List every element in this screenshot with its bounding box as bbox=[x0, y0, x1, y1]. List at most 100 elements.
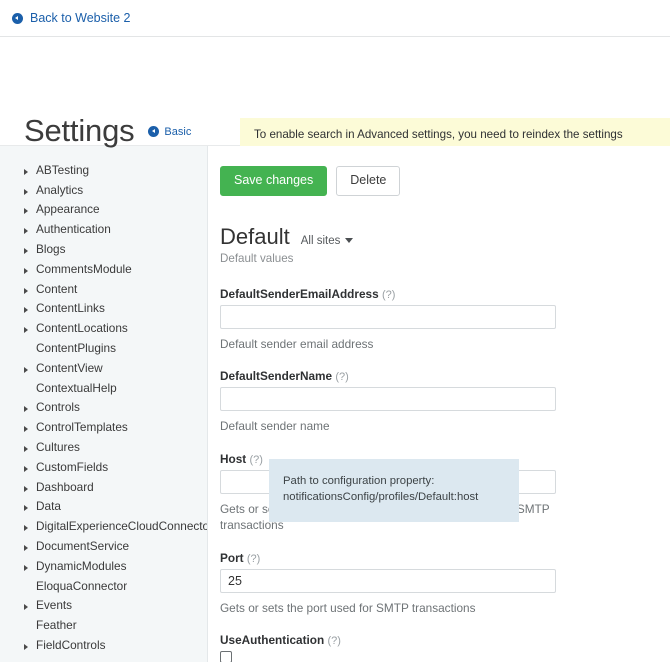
sidebar-item-appearance[interactable]: Appearance bbox=[0, 200, 207, 220]
basic-mode-link[interactable]: Basic bbox=[148, 126, 191, 138]
chevron-right-icon[interactable] bbox=[24, 301, 36, 315]
field-description: Default sender name bbox=[220, 418, 570, 435]
field-description: Default sender email address bbox=[220, 336, 570, 353]
sidebar-item-contentlinks[interactable]: ContentLinks bbox=[0, 299, 207, 319]
sidebar-item-controls[interactable]: Controls bbox=[0, 398, 207, 418]
sidebar-item-label: ContentView bbox=[36, 361, 103, 375]
sidebar-item-commentsmodule[interactable]: CommentsModule bbox=[0, 259, 207, 279]
sidebar-item-events[interactable]: Events bbox=[0, 596, 207, 616]
sidebar-item-label: Blogs bbox=[36, 242, 66, 256]
sidebar-item-authentication[interactable]: Authentication bbox=[0, 219, 207, 239]
sidebar-item-controltemplates[interactable]: ControlTemplates bbox=[0, 417, 207, 437]
field-host: Host (?)Gets or sets the name or IP addr… bbox=[220, 452, 670, 534]
sidebar-item-documentservice[interactable]: DocumentService bbox=[0, 536, 207, 556]
chevron-right-icon[interactable] bbox=[24, 321, 36, 335]
circle-left-arrow-icon bbox=[12, 13, 23, 24]
sidebar-item-customfields[interactable]: CustomFields bbox=[0, 457, 207, 477]
field-useauthentication: UseAuthentication (?)Use SMTP authentica… bbox=[220, 633, 670, 662]
sidebar-item-analytics[interactable]: Analytics bbox=[0, 180, 207, 200]
site-scope-dropdown[interactable]: All sites bbox=[301, 235, 354, 247]
chevron-right-icon[interactable] bbox=[24, 361, 36, 375]
chevron-right-icon[interactable] bbox=[24, 598, 36, 612]
sidebar-item-cultures[interactable]: Cultures bbox=[0, 437, 207, 457]
help-icon[interactable]: (?) bbox=[328, 635, 341, 647]
sidebar-item-contentview[interactable]: ContentView bbox=[0, 358, 207, 378]
field-label: DefaultSenderEmailAddress (?) bbox=[220, 287, 670, 301]
input-defaultsenderemailaddress[interactable] bbox=[220, 305, 556, 329]
sidebar-item-contentlocations[interactable]: ContentLocations bbox=[0, 318, 207, 338]
sidebar-item-contextualhelp[interactable]: ContextualHelp bbox=[0, 378, 207, 398]
chevron-right-icon[interactable] bbox=[24, 242, 36, 256]
checkbox-useauthentication[interactable] bbox=[220, 651, 232, 662]
circle-left-arrow-icon bbox=[148, 126, 159, 137]
sidebar-item-fieldcontrols[interactable]: FieldControls bbox=[0, 635, 207, 655]
sidebar-item-eloquaconnector[interactable]: EloquaConnector bbox=[0, 576, 207, 596]
page-body: ABTesting AnalyticsAppearance Authenticati… bbox=[0, 146, 670, 662]
sidebar-item-label: Cultures bbox=[36, 440, 80, 454]
field-label-text: DefaultSenderEmailAddress bbox=[220, 287, 379, 301]
sidebar-item-data[interactable]: Data bbox=[0, 497, 207, 517]
settings-form: DefaultSenderEmailAddress (?) Default sen… bbox=[220, 287, 670, 662]
chevron-right-icon[interactable] bbox=[24, 539, 36, 553]
field-label: DefaultSenderName (?) bbox=[220, 369, 670, 383]
top-bar: Back to Website 2 bbox=[0, 0, 670, 37]
sidebar-item-label: DynamicModules bbox=[36, 559, 126, 573]
chevron-right-icon[interactable] bbox=[24, 400, 36, 414]
sidebar-item-blogs[interactable]: Blogs bbox=[0, 239, 207, 259]
field-description: Gets or sets the name or IP address of t… bbox=[220, 501, 570, 534]
field-label-text: UseAuthentication bbox=[220, 633, 324, 647]
chevron-right-icon[interactable] bbox=[24, 519, 36, 533]
sidebar-item-label: ContentLinks bbox=[36, 301, 105, 315]
sidebar-item-label: Data bbox=[36, 499, 61, 513]
sidebar-item-label: FieldControls bbox=[36, 638, 106, 652]
chevron-right-icon[interactable] bbox=[24, 163, 36, 177]
sidebar-item-label: Authentication bbox=[36, 222, 111, 236]
back-to-website-link[interactable]: Back to Website 2 bbox=[12, 11, 131, 25]
sidebar-item-dashboard[interactable]: Dashboard bbox=[0, 477, 207, 497]
chevron-right-icon[interactable] bbox=[24, 183, 36, 197]
section-subtitle: Default values bbox=[220, 252, 670, 265]
help-icon[interactable]: (?) bbox=[335, 371, 348, 383]
delete-button[interactable]: Delete bbox=[336, 166, 400, 196]
page-title: Settings bbox=[24, 115, 134, 146]
sidebar-item-abtesting[interactable]: ABTesting bbox=[0, 160, 207, 180]
chevron-right-icon[interactable] bbox=[24, 559, 36, 573]
sidebar-item-label: ABTesting bbox=[36, 163, 89, 177]
input-defaultsendername[interactable] bbox=[220, 387, 556, 411]
sidebar-item-digitalexperiencecloudconnector[interactable]: DigitalExperienceCloudConnector bbox=[0, 516, 207, 536]
settings-sidebar[interactable]: ABTesting AnalyticsAppearance Authenticati… bbox=[0, 146, 208, 662]
sidebar-item-label: CommentsModule bbox=[36, 262, 132, 276]
chevron-right-icon[interactable] bbox=[24, 282, 36, 296]
input-host[interactable] bbox=[220, 470, 556, 494]
field-defaultsendername: DefaultSenderName (?) Default sender name bbox=[220, 369, 670, 435]
sidebar-item-label: EloquaConnector bbox=[36, 579, 127, 593]
save-changes-button[interactable]: Save changes bbox=[220, 166, 327, 196]
chevron-right-icon[interactable] bbox=[24, 460, 36, 474]
chevron-right-icon[interactable] bbox=[24, 202, 36, 216]
sidebar-item-label: CustomFields bbox=[36, 460, 108, 474]
chevron-right-icon[interactable] bbox=[24, 480, 36, 494]
sidebar-item-label: Dashboard bbox=[36, 480, 94, 494]
field-port: Port (?) Gets or sets the port used for S… bbox=[220, 551, 670, 617]
chevron-right-icon[interactable] bbox=[24, 420, 36, 434]
chevron-right-icon[interactable] bbox=[24, 440, 36, 454]
chevron-right-icon[interactable] bbox=[24, 638, 36, 652]
sidebar-item-label: DocumentService bbox=[36, 539, 129, 553]
sidebar-item-content[interactable]: Content bbox=[0, 279, 207, 299]
input-port[interactable] bbox=[220, 569, 556, 593]
sidebar-item-dynamicmodules[interactable]: DynamicModules bbox=[0, 556, 207, 576]
chevron-right-icon[interactable] bbox=[24, 262, 36, 276]
help-icon[interactable]: (?) bbox=[250, 454, 263, 466]
field-label: Port (?) bbox=[220, 551, 670, 565]
field-description: Gets or sets the port used for SMTP tran… bbox=[220, 600, 570, 617]
help-icon[interactable]: (?) bbox=[382, 289, 395, 301]
sidebar-item-label: Controls bbox=[36, 400, 80, 414]
help-icon[interactable]: (?) bbox=[247, 553, 260, 565]
sidebar-item-feather[interactable]: Feather bbox=[0, 615, 207, 635]
field-label: UseAuthentication (?) bbox=[220, 633, 670, 647]
sidebar-item-contentplugins[interactable]: ContentPlugins bbox=[0, 338, 207, 358]
chevron-right-icon[interactable] bbox=[24, 222, 36, 236]
chevron-right-icon[interactable] bbox=[24, 499, 36, 513]
sidebar-item-label: ContextualHelp bbox=[36, 381, 117, 395]
sidebar-item-label: Events bbox=[36, 598, 72, 612]
